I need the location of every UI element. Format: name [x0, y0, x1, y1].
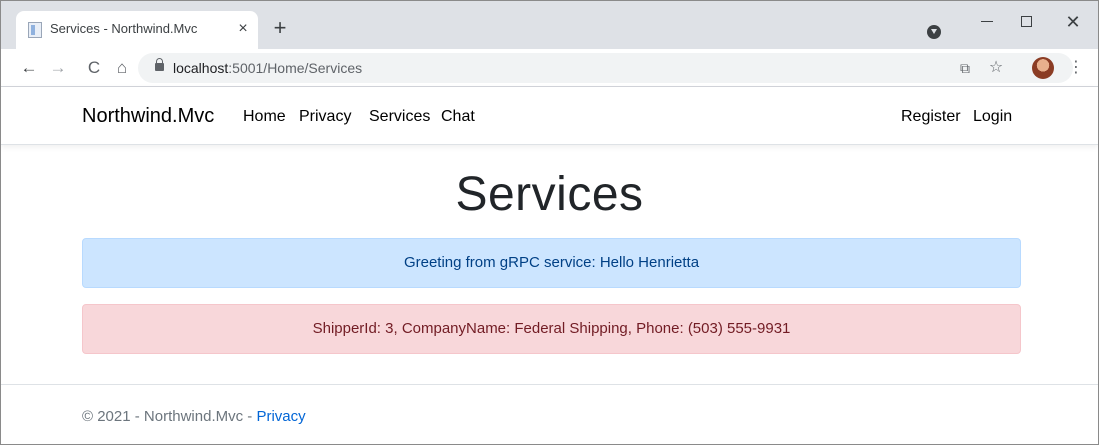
close-window-button[interactable]: ✕: [1053, 7, 1093, 37]
nav-link-services[interactable]: Services: [369, 108, 430, 126]
profile-avatar[interactable]: [1032, 57, 1054, 79]
browser-menu-icon[interactable]: ⋮: [1068, 57, 1084, 79]
nav-link-register[interactable]: Register: [901, 108, 961, 126]
browser-toolbar: ← → C ⌂ localhost:5001/Home/Services ⧉ ☆…: [1, 49, 1098, 87]
page-content: Northwind.Mvc Home Privacy Services Chat…: [1, 87, 1098, 444]
tab-search-icon[interactable]: [927, 25, 941, 39]
url-path: :5001/Home/Services: [228, 60, 363, 76]
page-favicon-icon: [28, 22, 42, 38]
share-icon[interactable]: ⧉: [955, 58, 975, 78]
shipper-alert: ShipperId: 3, CompanyName: Federal Shipp…: [82, 304, 1021, 354]
new-tab-button[interactable]: +: [267, 15, 293, 41]
minimize-button[interactable]: [967, 7, 1007, 37]
nav-link-home[interactable]: Home: [243, 108, 286, 126]
nav-link-chat[interactable]: Chat: [441, 108, 475, 126]
tab-title: Services - Northwind.Mvc: [50, 21, 198, 36]
footer-privacy-link[interactable]: Privacy: [256, 408, 305, 425]
maximize-icon: [1020, 16, 1032, 28]
bookmark-star-icon[interactable]: ☆: [986, 58, 1006, 78]
footer-divider: [1, 384, 1098, 385]
browser-tab[interactable]: Services - Northwind.Mvc ×: [16, 11, 258, 49]
minimize-icon: [981, 21, 993, 23]
reload-button[interactable]: C: [83, 57, 105, 79]
address-bar[interactable]: localhost:5001/Home/Services ⧉ ☆: [138, 53, 1073, 83]
url-host: localhost: [173, 60, 229, 76]
url-text[interactable]: localhost:5001/Home/Services: [173, 60, 362, 76]
footer-copyright: © 2021 - Northwind.Mvc -: [82, 408, 257, 425]
maximize-button[interactable]: [1006, 7, 1046, 37]
nav-link-login[interactable]: Login: [973, 108, 1012, 126]
forward-button[interactable]: →: [47, 57, 69, 79]
browser-window: Services - Northwind.Mvc × + ✕ ← → C ⌂ l…: [0, 0, 1099, 445]
site-navbar: Northwind.Mvc Home Privacy Services Chat…: [1, 87, 1098, 145]
nav-link-privacy[interactable]: Privacy: [299, 108, 351, 126]
home-button[interactable]: ⌂: [111, 57, 133, 79]
back-button[interactable]: ←: [18, 57, 40, 79]
greeting-alert: Greeting from gRPC service: Hello Henrie…: [82, 238, 1021, 288]
navbar-brand[interactable]: Northwind.Mvc: [82, 105, 214, 128]
lock-icon[interactable]: [155, 58, 164, 71]
tab-strip: Services - Northwind.Mvc × + ✕: [1, 1, 1098, 49]
page-title: Services: [455, 168, 644, 221]
site-footer: © 2021 - Northwind.Mvc - Privacy: [82, 408, 306, 425]
close-tab-icon[interactable]: ×: [234, 19, 252, 39]
